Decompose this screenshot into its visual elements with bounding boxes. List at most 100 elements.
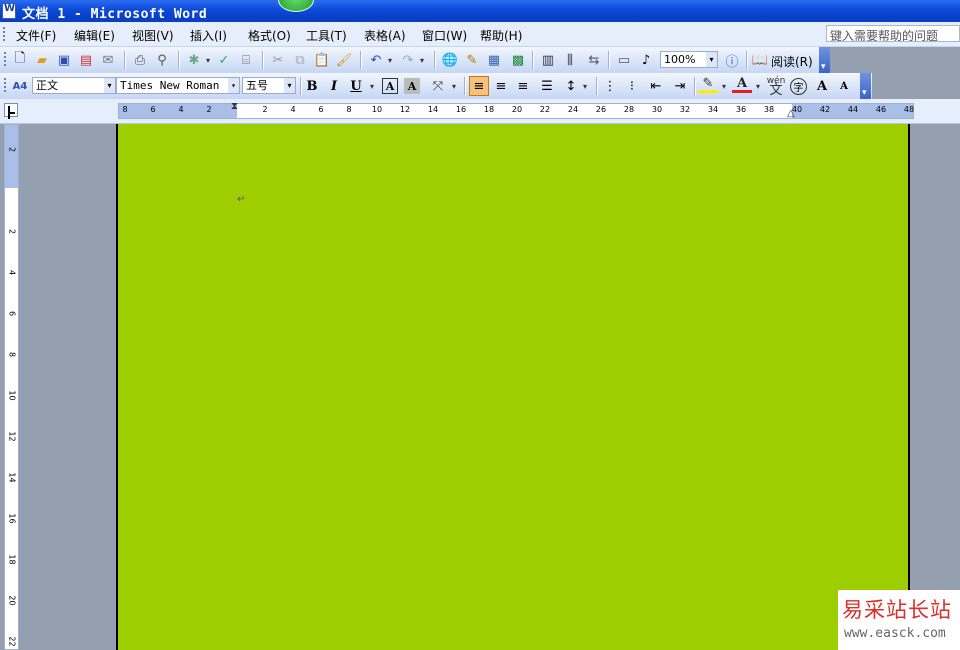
open-icon[interactable]: ▰ — [32, 50, 52, 70]
insert-excel-icon[interactable]: ▩ — [508, 50, 528, 70]
decrease-indent-icon[interactable]: ⇤ — [646, 76, 666, 96]
permission-icon[interactable]: ▤ — [76, 50, 96, 70]
horizontal-ruler[interactable]: 8 6 4 2 2 4 6 8 10 12 14 16 18 20 22 24 26 28 30 32 34 36 38 40… — [118, 101, 914, 119]
redo-dropdown-icon[interactable]: ▾ — [420, 56, 424, 65]
vertical-ruler-tick-label: 16 — [7, 513, 17, 524]
align-right-button[interactable]: ≡ — [513, 76, 533, 96]
style-dropdown-icon[interactable]: ▾ — [104, 78, 115, 93]
styles-icon[interactable]: A4 — [10, 76, 30, 96]
zoom-select[interactable]: 100% ▾ — [660, 51, 718, 68]
help-search-input[interactable]: 键入需要帮助的问题 — [826, 25, 960, 42]
show-hide-icon[interactable]: ▭ — [614, 50, 634, 70]
save-icon[interactable]: ▣ — [54, 50, 74, 70]
zoom-dropdown-icon[interactable]: ▾ — [706, 52, 717, 67]
print-preview-icon[interactable]: ⚲ — [152, 50, 172, 70]
vertical-ruler-tick-label: 22 — [7, 636, 17, 647]
highlight-dropdown-icon[interactable]: ▾ — [722, 82, 726, 91]
format-painter-icon[interactable]: 🖌 — [334, 50, 354, 70]
line-spacing-icon[interactable]: ↕ — [561, 76, 581, 96]
hyperlink-icon[interactable]: 🌐 — [440, 50, 460, 70]
scale-characters-icon[interactable]: ⤧ — [428, 76, 448, 96]
scale-dropdown-icon[interactable]: ▾ — [452, 82, 456, 91]
green-circle-icon — [278, 0, 314, 12]
italic-button[interactable]: I — [324, 76, 344, 96]
increase-indent-icon[interactable]: ⇥ — [670, 76, 690, 96]
character-shading-button[interactable]: A — [404, 78, 420, 94]
toolbar-separator — [300, 77, 301, 95]
toolbar-grip[interactable] — [4, 78, 6, 94]
shrink-font-button[interactable]: A — [834, 76, 854, 96]
research-icon[interactable]: ✱ — [184, 50, 204, 70]
print-icon[interactable]: ⎙ — [130, 50, 150, 70]
distributed-align-button[interactable]: ☰ — [537, 76, 557, 96]
undo-icon[interactable]: ↶ — [366, 50, 386, 70]
line-spacing-dropdown-icon[interactable]: ▾ — [583, 82, 587, 91]
character-border-button[interactable]: A — [382, 78, 398, 94]
enclose-characters-button[interactable]: 字 — [790, 78, 807, 95]
research-book-icon[interactable]: ⌸ — [236, 50, 256, 70]
vertical-ruler-tick-label: 8 — [7, 351, 17, 358]
vertical-ruler[interactable]: 2 2 4 6 8 10 12 14 16 18 20 22 — [4, 124, 19, 650]
menu-help[interactable]: 帮助(H) — [480, 27, 522, 44]
ruler-tick-label: 8 — [346, 105, 352, 114]
menu-table[interactable]: 表格(A) — [364, 27, 406, 44]
menu-format[interactable]: 格式(O) — [248, 27, 291, 44]
tables-borders-icon[interactable]: ✎ — [462, 50, 482, 70]
paste-icon[interactable]: 📋 — [312, 50, 332, 70]
font-color-button[interactable]: A — [732, 76, 752, 93]
phonetic-guide-button[interactable]: wén 文 — [766, 76, 786, 98]
email-icon[interactable]: ✉ — [98, 50, 118, 70]
drawing-icon[interactable]: ⫼ — [560, 50, 580, 70]
menu-edit[interactable]: 编辑(E) — [74, 27, 115, 44]
menubar-grip[interactable] — [3, 27, 5, 41]
spelling-icon[interactable]: ✓ — [214, 50, 234, 70]
menu-tools[interactable]: 工具(T) — [306, 27, 347, 44]
vertical-ruler-tick-label: 6 — [7, 310, 17, 317]
right-indent-marker-icon[interactable]: △ — [787, 108, 795, 119]
paragraph-mark-icon[interactable]: ♪ — [636, 50, 656, 70]
redo-icon[interactable]: ↷ — [398, 50, 418, 70]
grow-font-button[interactable]: A — [812, 76, 832, 96]
bold-button[interactable]: B — [302, 76, 322, 96]
font-color-dropdown-icon[interactable]: ▾ — [756, 82, 760, 91]
underline-dropdown-icon[interactable]: ▾ — [370, 82, 374, 91]
undo-dropdown-icon[interactable]: ▾ — [388, 56, 392, 65]
menu-insert[interactable]: 插入(I) — [190, 27, 227, 44]
menu-view[interactable]: 视图(V) — [132, 27, 174, 44]
columns-icon[interactable]: ▥ — [538, 50, 558, 70]
insert-table-icon[interactable]: ▦ — [484, 50, 504, 70]
menu-file[interactable]: 文件(F) — [16, 27, 56, 44]
toolbar-grip[interactable] — [4, 52, 6, 68]
vertical-ruler-tick-label: 20 — [7, 595, 17, 606]
toolbar-options-icon[interactable] — [819, 47, 830, 73]
ruler-tick-label: 6 — [318, 105, 324, 114]
bullets-icon[interactable]: ⁝ — [622, 76, 642, 96]
document-page[interactable]: ↵ — [116, 124, 910, 650]
help-icon[interactable]: ⓘ — [722, 50, 742, 70]
toolbar-separator — [262, 51, 263, 69]
read-icon[interactable]: 📖 — [750, 50, 770, 70]
highlight-icon[interactable]: ✎ — [698, 76, 718, 93]
underline-button[interactable]: U — [346, 76, 366, 96]
ruler-tick-label: 4 — [290, 105, 296, 114]
font-size-dropdown-icon[interactable]: ▾ — [284, 78, 295, 93]
style-select[interactable]: 正文 ▾ — [32, 77, 116, 94]
font-select[interactable]: Times New Roman ▾ — [116, 77, 240, 94]
document-map-icon[interactable]: ⇆ — [584, 50, 604, 70]
numbering-icon[interactable]: ⋮ — [600, 76, 620, 96]
font-dropdown-icon[interactable]: ▾ — [228, 78, 239, 93]
new-document-icon[interactable]: 🗋 — [10, 50, 30, 70]
toolbar-options-icon[interactable] — [860, 73, 871, 99]
left-indent-marker-icon[interactable]: ⧗ — [231, 101, 238, 112]
font-size-select[interactable]: 五号 ▾ — [242, 77, 296, 94]
align-center-button[interactable]: ≡ — [491, 76, 511, 96]
copy-icon[interactable]: ⧉ — [290, 50, 310, 70]
tab-selector-icon[interactable] — [4, 103, 18, 117]
watermark-url: www.easck.com — [844, 626, 946, 641]
cut-icon[interactable]: ✂ — [268, 50, 288, 70]
research-dropdown-icon[interactable]: ▾ — [206, 56, 210, 65]
align-left-button[interactable]: ≡ — [469, 76, 489, 96]
word-document-icon[interactable] — [2, 3, 16, 19]
read-button[interactable]: 阅读(R) — [771, 53, 813, 70]
menu-window[interactable]: 窗口(W) — [422, 27, 467, 44]
